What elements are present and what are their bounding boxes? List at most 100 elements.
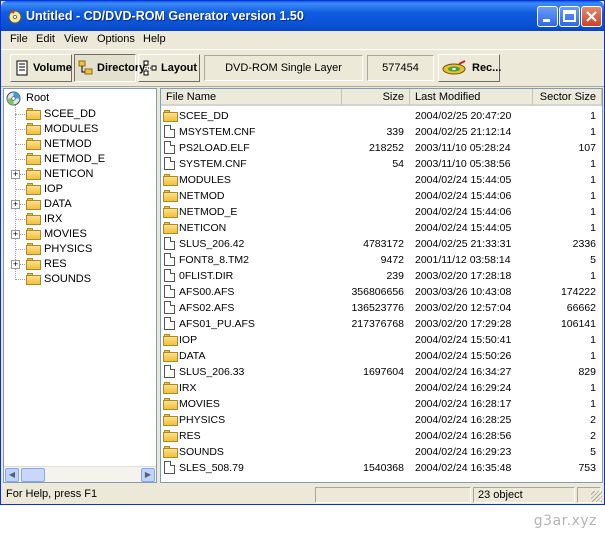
folder-icon bbox=[26, 213, 42, 225]
column-header-last-modified[interactable]: Last Modified bbox=[410, 89, 533, 106]
file-name-cell: MOVIES bbox=[179, 398, 220, 410]
column-header-sector-size[interactable]: Sector Size bbox=[533, 89, 602, 106]
status-pane-empty bbox=[315, 487, 471, 503]
list-row[interactable]: SLES_508.79 1540368 2004/02/24 16:35:48 753 bbox=[161, 460, 602, 476]
close-button[interactable] bbox=[581, 6, 602, 27]
list-row[interactable]: NETMOD 2004/02/24 15:44:06 1 bbox=[161, 188, 602, 204]
last-modified-cell: 2003/11/10 05:38:56 bbox=[415, 158, 511, 170]
folder-icon bbox=[26, 198, 42, 210]
list-row[interactable]: IOP 2004/02/24 15:50:41 1 bbox=[161, 332, 602, 348]
tree-item-label: SOUNDS bbox=[44, 273, 92, 285]
last-modified-cell: 2004/02/24 15:44:05 bbox=[415, 174, 512, 186]
file-icon bbox=[164, 237, 175, 250]
tree-item-label: NETMOD bbox=[44, 138, 92, 150]
tree-horizontal-scrollbar[interactable]: ◀ ▶ bbox=[4, 466, 156, 482]
list-row[interactable]: PS2LOAD.ELF 218252 2003/11/10 05:28:24 107 bbox=[161, 140, 602, 156]
list-row[interactable]: SOUNDS 2004/02/24 16:29:23 5 bbox=[161, 444, 602, 460]
last-modified-cell: 2003/02/20 12:57:04 bbox=[415, 302, 512, 314]
menu-help[interactable]: Help bbox=[143, 33, 166, 45]
column-header-file-name[interactable]: File Name bbox=[161, 89, 342, 106]
last-modified-cell: 2003/02/20 17:29:28 bbox=[415, 318, 512, 330]
list-row[interactable]: FONT8_8.TM2 9472 2001/11/12 03:58:14 5 bbox=[161, 252, 602, 268]
title-bar[interactable]: Untitled - CD/DVD-ROM Generator version … bbox=[1, 1, 604, 31]
folder-icon bbox=[163, 382, 179, 394]
sector-size-cell: 66662 bbox=[566, 302, 596, 314]
list-row[interactable]: SLUS_206.33 1697604 2004/02/24 16:34:27 829 bbox=[161, 364, 602, 380]
sector-size-cell: 2 bbox=[590, 430, 596, 442]
file-name-cell: MSYSTEM.CNF bbox=[179, 126, 256, 138]
file-size-cell: 239 bbox=[386, 270, 404, 282]
last-modified-cell: 2004/02/25 21:12:14 bbox=[415, 126, 512, 138]
last-modified-cell: 2004/02/24 16:28:25 bbox=[415, 414, 512, 426]
last-modified-cell: 2004/02/25 21:33:31 bbox=[415, 238, 512, 250]
scroll-thumb[interactable] bbox=[21, 468, 45, 482]
list-row[interactable]: PHYSICS 2004/02/24 16:28:25 2 bbox=[161, 412, 602, 428]
layout-icon bbox=[143, 60, 157, 76]
last-modified-cell: 2003/02/20 17:28:18 bbox=[415, 270, 512, 282]
list-row[interactable]: IRX 2004/02/24 16:29:24 1 bbox=[161, 380, 602, 396]
sector-size-cell: 1 bbox=[590, 110, 596, 122]
list-row[interactable]: SYSTEM.CNF 54 2003/11/10 05:38:56 1 bbox=[161, 156, 602, 172]
file-list[interactable]: File Name Size Last Modified Sector Size… bbox=[160, 88, 603, 483]
window-title: Untitled - CD/DVD-ROM Generator version … bbox=[26, 9, 304, 23]
column-header-size[interactable]: Size bbox=[342, 89, 410, 106]
file-name-cell: SLUS_206.33 bbox=[179, 366, 245, 378]
volume-button[interactable]: Volume bbox=[10, 54, 72, 82]
record-button[interactable]: Rec... bbox=[438, 54, 502, 82]
sector-size-cell: 1 bbox=[590, 398, 596, 410]
list-row[interactable]: MOVIES 2004/02/24 16:28:17 1 bbox=[161, 396, 602, 412]
list-row[interactable]: SCEE_DD 2004/02/25 20:47:20 1 bbox=[161, 108, 602, 124]
file-name-cell: AFS01_PU.AFS bbox=[179, 318, 255, 330]
layout-button[interactable]: Layout bbox=[138, 54, 200, 82]
tree-guide-line bbox=[15, 189, 25, 190]
list-row[interactable]: AFS01_PU.AFS 217376768 2003/02/20 17:29:28… bbox=[161, 316, 602, 332]
minimize-button[interactable] bbox=[537, 6, 558, 27]
file-name-cell: IOP bbox=[179, 334, 198, 346]
sector-size-cell: 2336 bbox=[572, 238, 596, 250]
menu-view[interactable]: View bbox=[64, 33, 88, 45]
resize-grip-icon[interactable] bbox=[591, 491, 602, 502]
list-row[interactable]: MSYSTEM.CNF 339 2004/02/25 21:12:14 1 bbox=[161, 124, 602, 140]
list-row[interactable]: NETICON 2004/02/24 15:44:05 1 bbox=[161, 220, 602, 236]
maximize-button[interactable] bbox=[559, 6, 580, 27]
directory-tree[interactable]: Root SCEE_DD MODULES NETMOD NETMOD_E + NETICO… bbox=[3, 88, 157, 483]
list-row[interactable]: MODULES 2004/02/24 15:44:05 1 bbox=[161, 172, 602, 188]
sector-size-cell: 1 bbox=[590, 382, 596, 394]
folder-icon bbox=[26, 123, 42, 135]
last-modified-cell: 2004/02/24 16:35:48 bbox=[415, 462, 512, 474]
folder-icon bbox=[163, 446, 179, 458]
volume-label: Volume bbox=[33, 62, 72, 74]
menu-options[interactable]: Options bbox=[97, 33, 135, 45]
list-row[interactable]: 0FLIST.DIR 239 2003/02/20 17:28:18 1 bbox=[161, 268, 602, 284]
scroll-left-arrow-icon[interactable]: ◀ bbox=[5, 468, 19, 482]
file-name-cell: RES bbox=[179, 430, 201, 442]
expand-plus-icon[interactable]: + bbox=[11, 170, 20, 179]
tree-item-label: NETMOD_E bbox=[44, 153, 106, 165]
list-row[interactable]: RES 2004/02/24 16:28:56 2 bbox=[161, 428, 602, 444]
list-row[interactable]: AFS02.AFS 136523776 2003/02/20 12:57:04 666… bbox=[161, 300, 602, 316]
media-type-field: DVD-ROM Single Layer bbox=[204, 55, 363, 81]
folder-icon bbox=[26, 228, 42, 240]
last-modified-cell: 2004/02/24 15:50:41 bbox=[415, 334, 512, 346]
file-size-cell: 339 bbox=[386, 126, 404, 138]
file-size-cell: 136523776 bbox=[351, 302, 404, 314]
tree-item-label: PHYSICS bbox=[44, 243, 93, 255]
menu-edit[interactable]: Edit bbox=[36, 33, 55, 45]
expand-plus-icon[interactable]: + bbox=[11, 230, 20, 239]
record-label: Rec... bbox=[472, 62, 502, 74]
file-name-cell: NETICON bbox=[179, 222, 227, 234]
disc-burner-icon bbox=[8, 9, 22, 24]
expand-plus-icon[interactable]: + bbox=[11, 260, 20, 269]
list-row[interactable]: AFS00.AFS 356806656 2003/03/26 10:43:08 174… bbox=[161, 284, 602, 300]
list-row[interactable]: SLUS_206.42 4783172 2004/02/25 21:33:31 233… bbox=[161, 236, 602, 252]
sector-size-cell: 1 bbox=[590, 126, 596, 138]
directory-button[interactable]: Directory bbox=[74, 54, 145, 82]
file-size-cell: 54 bbox=[392, 158, 404, 170]
tree-item-label: MOVIES bbox=[44, 228, 87, 240]
menu-file[interactable]: File bbox=[10, 33, 28, 45]
scroll-right-arrow-icon[interactable]: ▶ bbox=[141, 468, 155, 482]
list-row[interactable]: DATA 2004/02/24 15:50:26 1 bbox=[161, 348, 602, 364]
sector-size-cell: 1 bbox=[590, 350, 596, 362]
list-row[interactable]: NETMOD_E 2004/02/24 15:44:06 1 bbox=[161, 204, 602, 220]
expand-plus-icon[interactable]: + bbox=[11, 200, 20, 209]
